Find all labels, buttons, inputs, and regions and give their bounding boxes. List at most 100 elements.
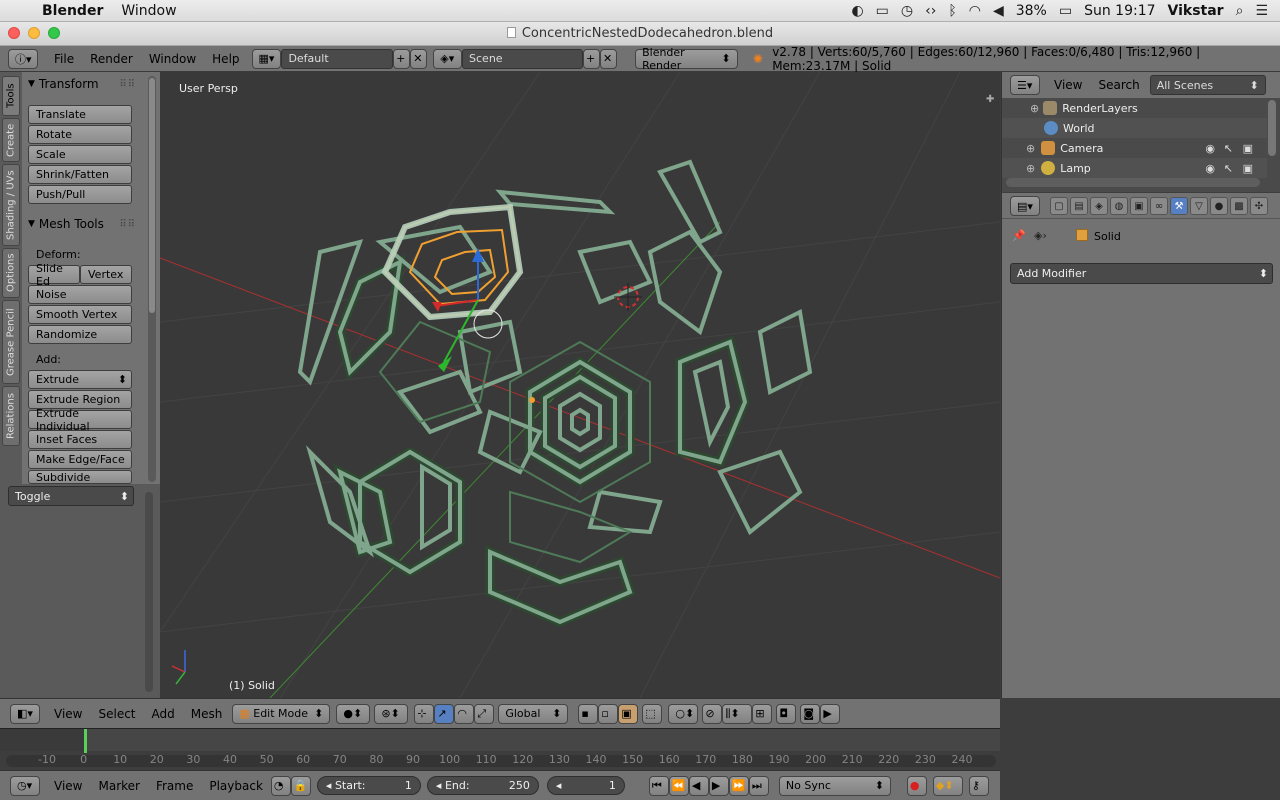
- app-status-icon[interactable]: ◐: [851, 3, 863, 19]
- bluetooth-icon[interactable]: ᛒ: [948, 3, 956, 19]
- opengl-render-still-icon[interactable]: ◙: [800, 703, 821, 724]
- smooth-vertex-button[interactable]: Smooth Vertex: [28, 305, 132, 324]
- scale-manipulator-icon[interactable]: ⤢: [474, 703, 495, 724]
- add-modifier-select[interactable]: Add Modifier ⬍: [1010, 263, 1273, 284]
- subdivide-button[interactable]: Subdivide: [28, 470, 132, 484]
- display-mode-select[interactable]: All Scenes ⬍: [1149, 75, 1266, 95]
- outliner-search-menu[interactable]: Search: [1090, 78, 1147, 92]
- properties-region-toggle-icon[interactable]: ✚: [986, 94, 996, 105]
- material-tab-icon[interactable]: ●: [1210, 197, 1228, 215]
- transform-panel-header[interactable]: ▼ Transform: [28, 77, 99, 91]
- editor-type-info-icon[interactable]: ⓘ▾: [8, 48, 38, 69]
- limit-selection-icon[interactable]: ⬚: [642, 703, 663, 724]
- tool-shelf-scroll-thumb[interactable]: [149, 78, 155, 313]
- expand-icon[interactable]: ⊕: [1026, 162, 1035, 175]
- snap-toggle-icon[interactable]: ⊘: [702, 703, 723, 724]
- pivot-point-icon[interactable]: ⊛⬍: [374, 703, 409, 724]
- file-menu[interactable]: File: [46, 52, 82, 66]
- start-frame-field[interactable]: ◂ Start: 1: [316, 776, 421, 795]
- make-edge-face-button[interactable]: Make Edge/Face: [28, 450, 132, 469]
- tab-create[interactable]: Create: [2, 118, 20, 162]
- randomize-button[interactable]: Randomize: [28, 325, 132, 344]
- window-menu-blender[interactable]: Window: [141, 52, 204, 66]
- end-frame-field[interactable]: ◂ End: 250: [426, 776, 539, 795]
- battery-percent[interactable]: 38%: [1016, 3, 1047, 19]
- mesh-menu[interactable]: Mesh: [183, 707, 231, 721]
- battery-icon[interactable]: ▭: [1059, 3, 1072, 19]
- jump-keyframe-back-icon[interactable]: ⏪: [668, 775, 689, 796]
- render-menu[interactable]: Render: [82, 52, 141, 66]
- timeline-ruler[interactable]: [0, 729, 1000, 751]
- snap-target-icon[interactable]: ⊞: [752, 703, 773, 724]
- record-keyframe-icon[interactable]: ●: [906, 775, 927, 796]
- selectable-arrow-icon[interactable]: ↖: [1224, 142, 1233, 155]
- object-tab-icon[interactable]: ▣: [1130, 197, 1148, 215]
- renderable-camera-icon[interactable]: ▣: [1243, 142, 1253, 155]
- manipulator-toggle-icon[interactable]: ⊹: [414, 703, 435, 724]
- push-pull-button[interactable]: Push/Pull: [28, 185, 132, 204]
- face-select-mode-icon[interactable]: ▣: [618, 703, 639, 724]
- remove-layout-icon[interactable]: ✕: [410, 48, 428, 69]
- world-tab-icon[interactable]: ◍: [1110, 197, 1128, 215]
- clock[interactable]: Sun 19:17: [1084, 3, 1155, 19]
- selectable-arrow-icon[interactable]: ↖: [1224, 162, 1233, 175]
- jump-end-icon[interactable]: ⏭: [748, 775, 769, 796]
- rotate-manipulator-icon[interactable]: ◠: [454, 703, 475, 724]
- particles-tab-icon[interactable]: ✣: [1250, 197, 1268, 215]
- data-tab-icon[interactable]: ▽: [1190, 197, 1208, 215]
- slide-edge-button[interactable]: Slide Ed: [28, 262, 80, 288]
- 3d-viewport[interactable]: User Persp (1) Solid ✚: [160, 72, 1000, 698]
- pin-icon[interactable]: 📌: [1012, 229, 1026, 242]
- timeline[interactable]: -100102030405060708090100110120130140150…: [0, 728, 1000, 770]
- viewport-shading-icon[interactable]: ●⬍: [336, 703, 371, 724]
- snap-element-icon[interactable]: ⫼⬍: [722, 703, 753, 724]
- editor-type-3dview-icon[interactable]: ◧▾: [10, 703, 40, 724]
- mesh-tools-panel-header[interactable]: ▼ Mesh Tools: [28, 217, 104, 231]
- opengl-render-image-icon[interactable]: ◘: [776, 703, 797, 724]
- drag-handle-icon[interactable]: ⠿⠿: [119, 219, 136, 230]
- spotlight-search-icon[interactable]: ⌕: [1236, 3, 1244, 19]
- layout-select[interactable]: Default: [281, 48, 394, 69]
- drag-handle-icon[interactable]: ⠿⠿: [119, 79, 136, 90]
- current-frame-field[interactable]: ◂ 1: [546, 776, 625, 795]
- layout-icon[interactable]: ▦▾: [251, 48, 282, 69]
- visibility-eye-icon[interactable]: ◉: [1205, 162, 1215, 175]
- expand-icon[interactable]: ⊕: [1026, 142, 1035, 155]
- texture-tab-icon[interactable]: ▩: [1230, 197, 1248, 215]
- outliner-row-world[interactable]: World: [1002, 118, 1267, 138]
- editor-type-outliner-icon[interactable]: ☰▾: [1010, 75, 1040, 95]
- remove-scene-icon[interactable]: ✕: [600, 48, 618, 69]
- x-manipulator-arrow-icon[interactable]: [432, 302, 442, 312]
- outliner-view-menu[interactable]: View: [1046, 78, 1090, 92]
- playback-menu[interactable]: Playback: [201, 779, 271, 793]
- code-icon[interactable]: ‹›: [925, 3, 936, 19]
- operator-panel-scrollbar[interactable]: [145, 492, 153, 692]
- sync-mode-select[interactable]: No Sync ⬍: [778, 775, 891, 796]
- vertex-select-mode-icon[interactable]: ▪: [578, 703, 599, 724]
- frame-menu[interactable]: Frame: [148, 779, 201, 793]
- modifiers-wrench-tab-icon[interactable]: ⚒: [1170, 197, 1188, 215]
- outliner-row-renderlayers[interactable]: ⊕ RenderLayers: [1002, 98, 1267, 118]
- timeline-view-menu[interactable]: View: [46, 779, 90, 793]
- add-layout-icon[interactable]: +: [393, 48, 411, 69]
- editor-type-properties-icon[interactable]: ▤▾: [1010, 196, 1040, 216]
- add-menu[interactable]: Add: [144, 707, 183, 721]
- dodecahedron-mesh-edges[interactable]: [297, 159, 813, 625]
- outliner-row-camera[interactable]: ⊕ Camera ◉ ↖ ▣: [1002, 138, 1267, 158]
- notification-center-icon[interactable]: ☰: [1255, 3, 1268, 19]
- outliner-scrollbar[interactable]: [1268, 100, 1276, 156]
- render-engine-select[interactable]: Blender Render ⬍: [635, 46, 738, 72]
- mode-select[interactable]: ▦ Edit Mode ⬍: [232, 703, 331, 724]
- rotate-button[interactable]: Rotate: [28, 125, 132, 144]
- toggle-select[interactable]: Toggle ⬍: [8, 486, 134, 506]
- translate-button[interactable]: Translate: [28, 105, 132, 124]
- tab-options[interactable]: Options: [2, 248, 20, 298]
- tab-tools[interactable]: Tools: [2, 76, 20, 116]
- transform-orientation-select[interactable]: Global ⬍: [498, 703, 569, 724]
- expand-icon[interactable]: ⊕: [1030, 102, 1039, 115]
- shrink-fatten-button[interactable]: Shrink/Fatten: [28, 165, 132, 184]
- tab-shading-uvs[interactable]: Shading / UVs: [2, 164, 20, 246]
- render-layers-tab-icon[interactable]: ▤: [1070, 197, 1088, 215]
- slide-vertex-button[interactable]: Vertex: [80, 265, 132, 284]
- help-menu[interactable]: Help: [204, 52, 247, 66]
